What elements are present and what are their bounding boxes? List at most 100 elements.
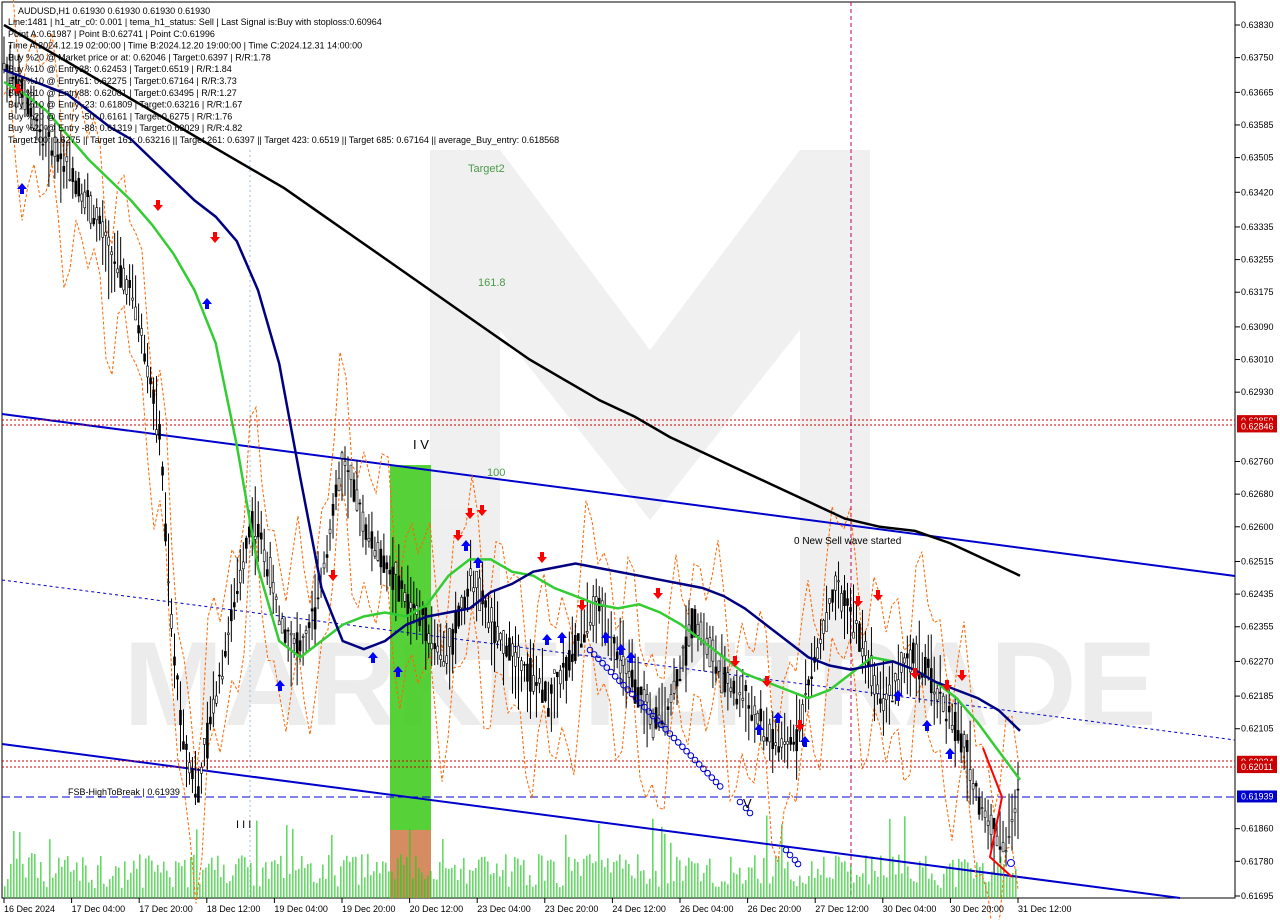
volume-bar bbox=[169, 877, 171, 898]
volume-bar bbox=[448, 868, 450, 898]
volume-bar bbox=[529, 875, 531, 898]
volume-bar bbox=[364, 877, 366, 898]
candle-body bbox=[723, 666, 727, 693]
candle-body bbox=[454, 610, 457, 634]
candle-body bbox=[358, 502, 362, 505]
candle-body bbox=[445, 655, 448, 664]
candle-body bbox=[906, 653, 909, 659]
x-tick-label: 19 Dec 04:00 bbox=[274, 904, 328, 914]
volume-bar bbox=[694, 863, 696, 898]
volume-bar bbox=[583, 858, 585, 898]
candle-body bbox=[253, 536, 257, 540]
candle-body bbox=[472, 587, 475, 593]
candle-body bbox=[708, 637, 712, 668]
volume-bar bbox=[733, 872, 735, 898]
volume-bar bbox=[547, 860, 549, 898]
candle-body bbox=[615, 651, 619, 660]
volume-bar bbox=[550, 859, 552, 898]
candle-body bbox=[460, 597, 463, 609]
volume-bar bbox=[727, 884, 729, 898]
volume-bar bbox=[991, 871, 993, 898]
candle-body bbox=[301, 635, 305, 638]
y-tick-label: 0.63665 bbox=[1241, 87, 1274, 97]
volume-bar bbox=[490, 874, 492, 898]
candle-body bbox=[391, 566, 395, 590]
candle-body bbox=[230, 609, 233, 622]
volume-bar bbox=[70, 871, 72, 898]
volume-bar bbox=[967, 862, 969, 898]
volume-bar bbox=[376, 861, 378, 898]
candle-body bbox=[789, 737, 792, 745]
y-tick-label: 0.63750 bbox=[1241, 53, 1274, 63]
y-tick-label: 0.62930 bbox=[1241, 387, 1274, 397]
candle-body bbox=[239, 569, 242, 584]
volume-bar bbox=[121, 887, 123, 898]
volume-bar bbox=[748, 867, 750, 898]
candle-body bbox=[206, 722, 209, 759]
candle-body bbox=[941, 695, 945, 712]
volume-bar bbox=[355, 856, 357, 898]
candle-body bbox=[376, 542, 380, 561]
candle-body bbox=[846, 598, 849, 606]
candle-body bbox=[995, 835, 999, 846]
volume-bar bbox=[190, 857, 192, 898]
candle-body bbox=[388, 569, 392, 575]
candle-body bbox=[367, 538, 371, 542]
candle-body bbox=[197, 786, 200, 803]
volume-bar bbox=[817, 868, 819, 898]
volume-bar bbox=[955, 886, 957, 898]
candle-body bbox=[855, 620, 858, 624]
volume-bar bbox=[436, 879, 438, 898]
volume-bar bbox=[292, 828, 294, 898]
volume-bar bbox=[34, 854, 36, 898]
price-chart[interactable]: MARKETZITRADE Target2 161.8 100 I V I I … bbox=[0, 0, 1280, 920]
volume-bar bbox=[922, 867, 924, 898]
volume-bar bbox=[1006, 876, 1008, 898]
volume-bar bbox=[466, 883, 468, 898]
candle-body bbox=[400, 580, 404, 589]
candle-body bbox=[274, 596, 278, 600]
candle-body bbox=[666, 706, 670, 710]
volume-bar bbox=[415, 856, 417, 898]
candle-body bbox=[331, 503, 335, 516]
volume-bar bbox=[559, 887, 561, 898]
y-tick-label: 0.61860 bbox=[1241, 824, 1274, 834]
y-tick-label: 0.62680 bbox=[1241, 489, 1274, 499]
x-tick-label: 30 Dec 20:00 bbox=[950, 904, 1004, 914]
volume-bar bbox=[730, 856, 732, 898]
x-tick-label: 30 Dec 04:00 bbox=[883, 904, 937, 914]
volume-bar bbox=[265, 862, 267, 898]
volume-bar bbox=[484, 856, 486, 898]
info-line: Buy %20 @ Market price or at: 0.62046 | … bbox=[8, 52, 271, 62]
candle-body bbox=[882, 698, 885, 711]
chart-window: MARKETZITRADE Target2 161.8 100 I V I I … bbox=[0, 0, 1280, 920]
y-tick-label: 0.62760 bbox=[1241, 457, 1274, 467]
volume-bar bbox=[772, 876, 774, 898]
candle-body bbox=[487, 622, 490, 629]
volume-bar bbox=[634, 878, 636, 898]
volume-bar bbox=[337, 886, 339, 898]
volume-bar bbox=[649, 878, 651, 898]
volume-bar bbox=[793, 881, 795, 898]
volume-bar bbox=[187, 887, 189, 898]
candle-body bbox=[496, 626, 499, 642]
volume-bar bbox=[349, 861, 351, 898]
candle-body bbox=[83, 191, 87, 209]
candle-body bbox=[971, 783, 975, 790]
volume-bar bbox=[340, 866, 342, 898]
candle-body bbox=[167, 581, 170, 584]
y-tick-label: 0.63255 bbox=[1241, 255, 1274, 265]
volume-bar bbox=[412, 878, 414, 898]
volume-bar bbox=[22, 863, 24, 898]
candle-body bbox=[158, 424, 161, 440]
candle-body bbox=[244, 537, 248, 549]
candle-body bbox=[747, 705, 751, 709]
volume-bar bbox=[589, 854, 591, 898]
volume-bar bbox=[751, 867, 753, 898]
candle-body bbox=[953, 711, 957, 742]
candle-body bbox=[463, 596, 466, 610]
volume-bar bbox=[976, 862, 978, 898]
candle-body bbox=[541, 689, 544, 703]
candle-body bbox=[394, 561, 398, 575]
candle-body bbox=[795, 729, 798, 752]
